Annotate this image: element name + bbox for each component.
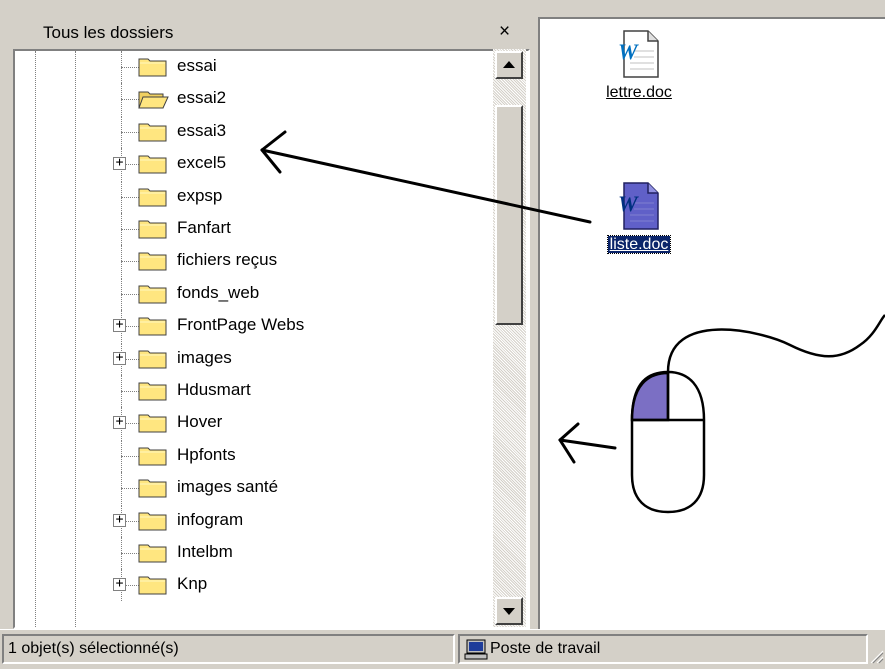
- computer-icon: [464, 639, 488, 660]
- folder-icon: [138, 479, 167, 498]
- file-list-panel[interactable]: W lettre.doc W liste.doc: [538, 17, 885, 629]
- vertical-scrollbar[interactable]: [493, 49, 526, 627]
- arrow-down-icon: [503, 608, 515, 615]
- tree-item[interactable]: Hdusmart: [15, 375, 505, 407]
- tree-item-label[interactable]: Hdusmart: [177, 380, 251, 400]
- folder-icon: [138, 252, 167, 271]
- open-folder-icon: [138, 91, 169, 109]
- file-item-lettre[interactable]: W lettre.doc: [584, 29, 694, 102]
- folder-icon: [138, 544, 167, 563]
- scrollbar-thumb[interactable]: [495, 105, 523, 325]
- tree-item[interactable]: + Knp: [15, 569, 505, 602]
- tree-item-label[interactable]: Intelbm: [177, 542, 233, 562]
- expand-icon[interactable]: +: [113, 156, 126, 171]
- tree-item-label[interactable]: FrontPage Webs: [177, 315, 304, 335]
- tree-item[interactable]: essai2: [15, 83, 505, 116]
- file-item-liste[interactable]: W liste.doc: [584, 181, 694, 254]
- scroll-down-button[interactable]: [495, 597, 523, 625]
- scroll-up-button[interactable]: [495, 51, 523, 79]
- folder-icon: [138, 382, 167, 401]
- status-selection-text: 1 objet(s) sélectionné(s): [8, 640, 179, 657]
- tree-item-label[interactable]: expsp: [177, 186, 222, 206]
- tree-item-label[interactable]: fonds_web: [177, 283, 259, 303]
- folder-icon: [138, 576, 167, 595]
- folder-tree-title: Tous les dossiers: [43, 23, 174, 42]
- file-name-lettre[interactable]: lettre.doc: [584, 84, 694, 102]
- folder-icon: [138, 512, 167, 531]
- expand-icon[interactable]: +: [113, 577, 126, 592]
- tree-item[interactable]: + Hover: [15, 407, 505, 440]
- tree-item-label[interactable]: images santé: [177, 477, 278, 497]
- folder-icon: [138, 123, 167, 142]
- tree-item-label[interactable]: essai2: [177, 88, 226, 108]
- tree-item[interactable]: fonds_web: [15, 277, 505, 310]
- tree-item[interactable]: + FrontPage Webs: [15, 310, 505, 343]
- tree-item-label[interactable]: essai: [177, 56, 217, 76]
- expand-icon[interactable]: +: [113, 351, 126, 365]
- tree-item[interactable]: + infogram: [15, 504, 505, 537]
- status-bar: 1 objet(s) sélectionné(s) Poste de trava…: [0, 629, 885, 669]
- tree-item-label[interactable]: Knp: [177, 574, 207, 594]
- folder-icon: [138, 350, 167, 369]
- folder-icon: [138, 447, 167, 466]
- tree-item-label[interactable]: infogram: [177, 510, 243, 530]
- tree-item[interactable]: essai3: [15, 115, 505, 148]
- word-document-icon: W: [618, 30, 659, 78]
- tree-item[interactable]: Intelbm: [15, 537, 505, 569]
- resize-grip-icon[interactable]: [868, 648, 884, 664]
- folder-tree-header: Tous les dossiers ×: [13, 17, 530, 47]
- tree-item[interactable]: expsp: [15, 180, 505, 213]
- svg-text:W: W: [618, 191, 639, 216]
- tree-item[interactable]: Hpfonts: [15, 439, 505, 472]
- status-location-text: Poste de travail: [490, 640, 601, 657]
- expand-icon[interactable]: +: [113, 318, 126, 333]
- arrow-up-icon: [503, 61, 515, 68]
- tree-item[interactable]: fichiers reçus: [15, 245, 505, 278]
- tree-item-label[interactable]: excel5: [177, 153, 226, 173]
- tree-item-label[interactable]: images: [177, 348, 232, 368]
- folder-icon: [138, 285, 167, 304]
- tree-item[interactable]: Fanfart: [15, 213, 505, 245]
- word-document-icon: W: [618, 182, 659, 230]
- folder-icon: [138, 58, 167, 77]
- expand-icon[interactable]: +: [113, 513, 126, 527]
- folder-icon: [138, 188, 167, 207]
- tree-item[interactable]: essai: [15, 51, 505, 83]
- folder-icon: [138, 414, 167, 433]
- tree-item[interactable]: + images: [15, 342, 505, 375]
- folder-tree-view[interactable]: essai essai2 essai3 + excel5 expsp Fanfart fich…: [13, 49, 530, 629]
- folder-icon: [138, 155, 167, 174]
- tree-item-label[interactable]: Hpfonts: [177, 445, 236, 465]
- tree-item[interactable]: + excel5: [15, 148, 505, 181]
- close-icon[interactable]: ×: [499, 21, 510, 43]
- file-name-liste[interactable]: liste.doc: [606, 235, 672, 254]
- tree-item-label[interactable]: Fanfart: [177, 218, 231, 238]
- svg-text:W: W: [618, 39, 639, 64]
- status-selection-pane: 1 objet(s) sélectionné(s): [2, 634, 455, 664]
- status-location-pane: Poste de travail: [458, 634, 868, 664]
- expand-icon[interactable]: +: [113, 415, 126, 430]
- folder-icon: [138, 317, 167, 336]
- tree-item[interactable]: images santé: [15, 472, 505, 505]
- folder-tree-panel: Tous les dossiers × essai essai2 essai3 + ex…: [13, 17, 530, 629]
- tree-item-label[interactable]: Hover: [177, 412, 222, 432]
- folder-icon: [138, 220, 167, 239]
- tree-item-label[interactable]: essai3: [177, 121, 226, 141]
- tree-item-label[interactable]: fichiers reçus: [177, 250, 277, 270]
